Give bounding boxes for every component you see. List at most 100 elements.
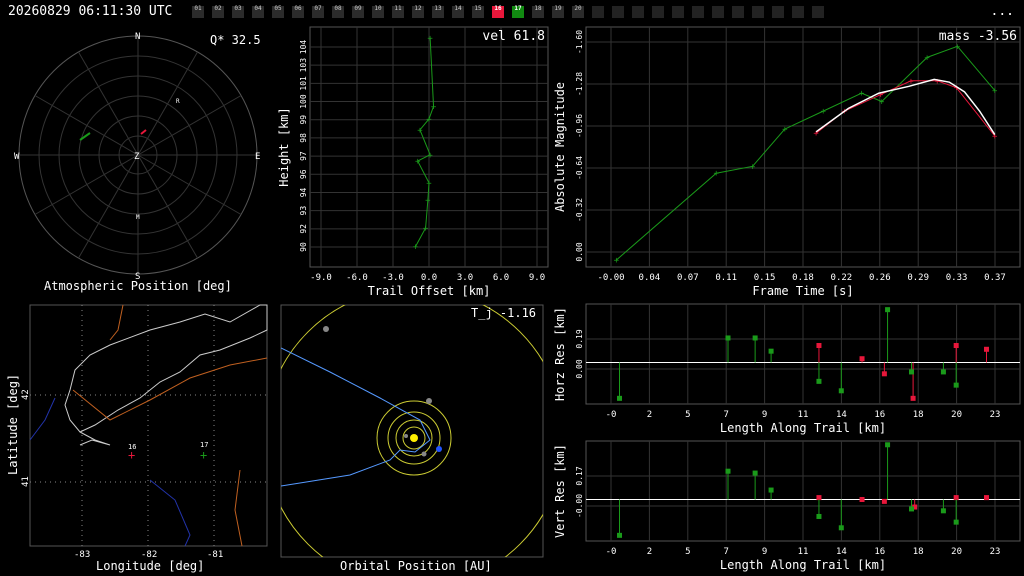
vert_res-point <box>953 495 959 501</box>
station-marker-b: + <box>200 448 207 462</box>
horz_res-xtick: 11 <box>798 410 809 420</box>
horz_res-xtick: 2 <box>647 410 652 420</box>
magnitude-xtick: 0.26 <box>869 273 891 283</box>
magnitude-chart[interactable]: -0.00 0.04 0.07 0.11 0.15 0.18 0.22 0.26 0.29 0.3… <box>553 26 1021 298</box>
height-ytick: 94 <box>299 187 308 197</box>
height-ytick: 101 <box>299 76 308 91</box>
mag-series-b-point: + <box>750 162 756 172</box>
mag-series-b-point: + <box>782 125 788 135</box>
height-series-point: + <box>427 34 433 44</box>
horz_res-ytick: 0.00 <box>575 359 584 378</box>
height-xtick: 9.0 <box>529 273 545 283</box>
planet-icon <box>404 434 408 438</box>
sky-dir-n: N <box>135 32 140 42</box>
sky-dir-z: Z <box>134 152 140 162</box>
vert_res-xtick: 9 <box>762 547 767 557</box>
vert_res-point <box>617 532 623 538</box>
magnitude-ytick: -0.96 <box>575 114 584 138</box>
horz_res-xtick: 14 <box>836 410 847 420</box>
vert_res-xtick: 7 <box>723 547 728 557</box>
height-ytick: 103 <box>299 58 308 73</box>
vert_res-xtick: 11 <box>798 547 809 557</box>
sky-plot[interactable]: N S E W Z R M Q* 32.5 Atmospheric Positi… <box>14 32 261 293</box>
magnitude-xtick: 0.04 <box>639 273 661 283</box>
magnitude-ylabel: Absolute Magnitude <box>553 82 567 212</box>
horz_res-point <box>940 369 946 375</box>
height-ytick: 93 <box>299 206 308 216</box>
vert_res-point <box>940 508 946 514</box>
vert_res-point <box>859 496 865 502</box>
height-xtick: -3.0 <box>382 273 404 283</box>
horz_res-point <box>881 371 887 377</box>
height-ytick: 96 <box>299 169 308 179</box>
vert_res-point <box>885 442 891 448</box>
height-xtick: 0.0 <box>421 273 437 283</box>
vert_res-xtick: 2 <box>647 547 652 557</box>
mag-series-b-point: + <box>992 86 998 96</box>
earth-icon <box>436 446 442 452</box>
height-ytick: 104 <box>299 40 308 55</box>
height-xtick: -6.0 <box>346 273 368 283</box>
horz_res-ytick: 0.19 <box>575 329 584 348</box>
height-chart[interactable]: -9.0 -6.0 -3.0 0.0 3.0 6.0 9.0 90 92 93 94 96 97 98 99… <box>277 26 549 298</box>
vert_res-xtick: 14 <box>836 547 847 557</box>
height-series-point: + <box>425 196 431 206</box>
magnitude-xtick: -0.00 <box>597 273 624 283</box>
height-ytick: 98 <box>299 133 308 143</box>
mag-series-a-point: + <box>935 77 941 87</box>
magnitude-ytick: -0.32 <box>575 198 584 222</box>
height-series-point: + <box>426 115 432 125</box>
horz_res-point <box>816 343 822 349</box>
vert_res-xtick: -0 <box>606 547 617 557</box>
height-ytick: 100 <box>299 94 308 109</box>
sun-icon <box>410 434 418 442</box>
horz_res-point <box>617 395 623 401</box>
magnitude-xtick: 0.29 <box>907 273 929 283</box>
magnitude-xtick: 0.15 <box>754 273 776 283</box>
horz_res-point <box>768 348 774 354</box>
vert_res-ylabel: Vert Res [km] <box>553 444 567 538</box>
magnitude-xtick: 0.22 <box>831 273 853 283</box>
horz_res-xtick: 7 <box>723 410 728 420</box>
horz_res-xtick: -0 <box>606 410 617 420</box>
horz_res-point <box>953 382 959 388</box>
height-series-point: + <box>417 126 423 136</box>
vert_res-point <box>725 468 731 474</box>
magnitude-ytick: 0.00 <box>575 242 584 261</box>
height-series-point: + <box>426 179 432 189</box>
vert_res-point <box>816 513 822 519</box>
vert_res-point <box>983 495 989 501</box>
vert_res-ytick: -0.00 <box>575 494 584 518</box>
planet-icon <box>421 451 427 457</box>
sky-marker-m: M <box>136 214 140 221</box>
horz_res-point <box>725 335 731 341</box>
vert_res-xtick: 18 <box>913 547 924 557</box>
ground-map[interactable]: + + 16 17 -83 -82 -81 42 41 Longitude [d… <box>6 304 268 573</box>
vert_res-point <box>768 487 774 493</box>
horz-res-chart[interactable]: -0 2 5 7 9 11 14 16 18 20 23 0.00 0.19 Length Along T… <box>553 303 1021 435</box>
height-ytick: 99 <box>299 115 308 125</box>
sky-title: Atmospheric Position [deg] <box>44 279 232 293</box>
horz_res-point <box>910 395 916 401</box>
orbit-title: Orbital Position [AU] <box>340 559 492 573</box>
height-series-point: + <box>431 102 437 112</box>
height-xlabel: Trail Offset [km] <box>368 284 491 298</box>
height-ylabel: Height [km] <box>277 107 291 186</box>
height-ytick: 90 <box>299 242 308 252</box>
mag-series-b-point: + <box>859 89 865 99</box>
q-label: Q* 32.5 <box>210 33 261 47</box>
vert-res-chart[interactable]: -0 2 5 7 9 11 14 16 18 20 23 -0.00 0.17 Length Along … <box>553 440 1021 572</box>
vert_res-xtick: 5 <box>685 547 690 557</box>
vert_res-point <box>909 506 914 512</box>
horz_res-xtick: 9 <box>762 410 767 420</box>
horz_res-point <box>838 388 844 394</box>
vert_res-ytick: 0.17 <box>575 466 584 485</box>
mag-series-b-point: + <box>614 256 620 266</box>
magnitude-ytick: -1.60 <box>575 30 584 54</box>
magnitude-xtick: 0.33 <box>946 273 968 283</box>
magnitude-xtick: 0.11 <box>715 273 737 283</box>
orbit-plot[interactable]: T_j -1.16 Orbital Position [AU] <box>264 288 564 576</box>
map-ylabel: Latitude [deg] <box>6 374 20 475</box>
horz_res-point <box>885 307 891 313</box>
horz_res-xtick: 20 <box>951 410 962 420</box>
